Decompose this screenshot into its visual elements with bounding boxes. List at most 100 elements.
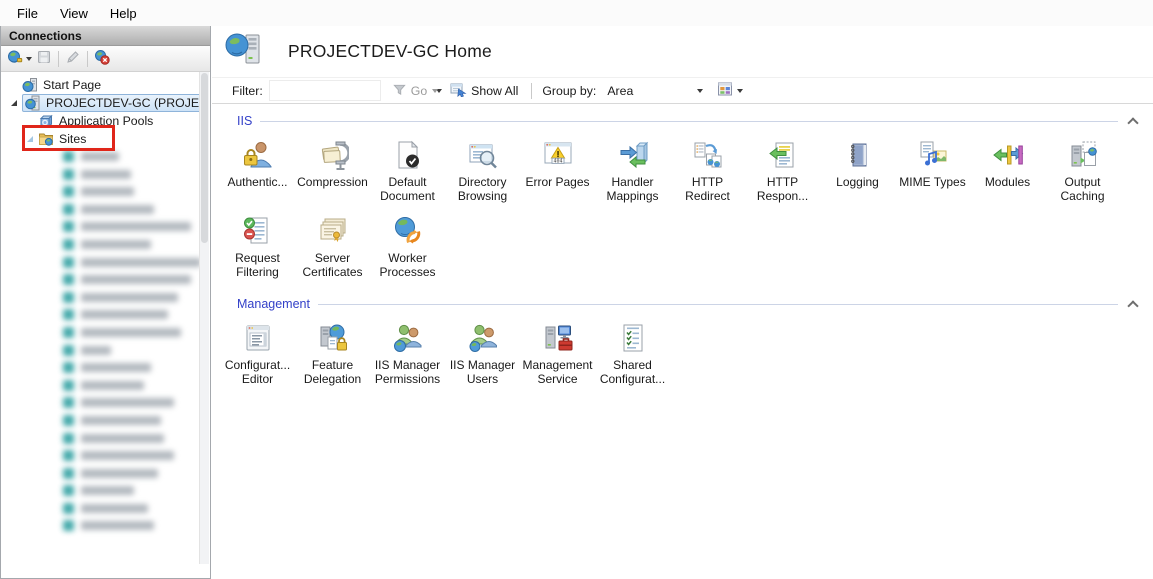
redacted-site-label	[81, 451, 174, 460]
filter-funnel-icon	[392, 82, 407, 100]
redacted-site-label	[81, 434, 164, 443]
redacted-site-row[interactable]	[1, 377, 210, 395]
scrollbar-thumb[interactable]	[201, 73, 208, 243]
modules-icon	[992, 139, 1024, 173]
feature-label: Handler Mappings	[596, 176, 670, 203]
go-dropdown-arrow-icon[interactable]	[432, 89, 438, 93]
redacted-site-row[interactable]	[1, 394, 210, 412]
go-button[interactable]: Go	[389, 80, 441, 102]
feature-request-filtering[interactable]: Request Filtering	[220, 215, 295, 279]
redacted-site-label	[81, 416, 161, 425]
feature-management-service[interactable]: Management Service	[520, 322, 595, 386]
redacted-site-row[interactable]	[1, 254, 210, 272]
redacted-site-icon	[63, 380, 74, 391]
feature-configuration-editor[interactable]: Configurat... Editor	[220, 322, 295, 386]
redacted-site-row[interactable]	[1, 447, 210, 465]
show-all-label: Show All	[471, 84, 518, 98]
group-by-combobox[interactable]: Area	[602, 80, 708, 101]
feature-handler-mappings[interactable]: Handler Mappings	[595, 139, 670, 203]
filter-combobox[interactable]	[269, 80, 381, 101]
feature-worker-processes[interactable]: Worker Processes	[370, 215, 445, 279]
redacted-site-row[interactable]	[1, 412, 210, 430]
iis-manager-window: FileViewHelp Connections Start PagePROJE…	[0, 0, 1153, 579]
redacted-site-row[interactable]	[1, 183, 210, 201]
filter-toolbar: Filter: Go Show All Group by: Area	[212, 77, 1153, 104]
feature-default-document[interactable]: Default Document	[370, 139, 445, 203]
redacted-site-icon	[63, 468, 74, 479]
redacted-site-label	[81, 187, 134, 196]
redacted-site-row[interactable]	[1, 218, 210, 236]
tree-item-start-page[interactable]: Start Page	[1, 76, 210, 94]
redacted-site-icon	[63, 257, 74, 268]
view-selector-button[interactable]	[714, 79, 746, 102]
expander-icon[interactable]	[9, 97, 22, 110]
redacted-site-row[interactable]	[1, 166, 210, 184]
main-panel: PROJECTDEV-GC Home Filter: Go Show All G…	[212, 26, 1153, 579]
redacted-site-row[interactable]	[1, 324, 210, 342]
filter-label: Filter:	[232, 84, 263, 98]
redacted-site-icon	[63, 433, 74, 444]
tree-item-label: PROJECTDEV-GC (PROJECTDI	[46, 96, 208, 110]
feature-label: Request Filtering	[221, 252, 295, 279]
feature-logging[interactable]: Logging	[820, 139, 895, 203]
redacted-site-icon	[63, 221, 74, 232]
feature-label: Error Pages	[525, 176, 589, 190]
collapse-chevron-icon[interactable]	[1128, 299, 1137, 308]
redacted-site-row[interactable]	[1, 359, 210, 377]
group-by-dropdown-arrow-icon[interactable]	[697, 89, 703, 93]
redacted-site-row[interactable]	[1, 430, 210, 448]
http-response-headers-icon	[767, 139, 799, 173]
feature-feature-delegation[interactable]: Feature Delegation	[295, 322, 370, 386]
redacted-site-row[interactable]	[1, 482, 210, 500]
feature-label: Directory Browsing	[446, 176, 520, 203]
output-caching-icon	[1067, 139, 1099, 173]
redacted-site-row[interactable]	[1, 201, 210, 219]
menu-item-help[interactable]: Help	[99, 2, 148, 25]
worker-processes-icon	[392, 215, 424, 249]
redacted-site-row[interactable]	[1, 306, 210, 324]
feature-http-response-headers[interactable]: HTTP Respon...	[745, 139, 820, 203]
feature-http-redirect[interactable]: HTTP Redirect	[670, 139, 745, 203]
feature-shared-configuration[interactable]: Shared Configurat...	[595, 322, 670, 386]
redacted-site-row[interactable]	[1, 236, 210, 254]
feature-directory-browsing[interactable]: Directory Browsing	[445, 139, 520, 203]
tree-item-projectdev-gc-projectdi[interactable]: PROJECTDEV-GC (PROJECTDI	[1, 94, 210, 112]
show-all-button[interactable]: Show All	[447, 79, 521, 102]
tree-scrollbar[interactable]	[199, 72, 209, 564]
feature-output-caching[interactable]: Output Caching	[1045, 139, 1120, 203]
feature-error-pages[interactable]: 404Error Pages	[520, 139, 595, 203]
feature-modules[interactable]: Modules	[970, 139, 1045, 203]
feature-label: Modules	[985, 176, 1030, 190]
feature-iis-manager-permissions[interactable]: IIS Manager Permissions	[370, 322, 445, 386]
redacted-site-row[interactable]	[1, 465, 210, 483]
go-label: Go	[411, 84, 427, 98]
view-dropdown-arrow-icon[interactable]	[737, 89, 743, 93]
redacted-site-icon	[63, 274, 74, 285]
menu-item-file[interactable]: File	[6, 2, 49, 25]
redacted-site-icon	[63, 485, 74, 496]
http-redirect-icon	[692, 139, 724, 173]
redacted-site-row[interactable]	[1, 517, 210, 535]
feature-iis-manager-users[interactable]: IIS Manager Users	[445, 322, 520, 386]
feature-server-certificates[interactable]: Server Certificates	[295, 215, 370, 279]
create-connection-button[interactable]	[5, 47, 34, 70]
redacted-site-icon	[63, 327, 74, 338]
delete-connection-button[interactable]	[92, 47, 112, 70]
redacted-site-row[interactable]	[1, 342, 210, 360]
redacted-site-icon	[63, 503, 74, 514]
redacted-site-row[interactable]	[1, 271, 210, 289]
feature-authentication[interactable]: Authentic...	[220, 139, 295, 203]
redacted-site-row[interactable]	[1, 500, 210, 518]
redacted-site-row[interactable]	[1, 289, 210, 307]
start-page-icon	[22, 77, 38, 93]
feature-compression[interactable]: Compression	[295, 139, 370, 203]
create-connection-dropdown-arrow-icon[interactable]	[26, 57, 32, 61]
redacted-site-icon	[63, 186, 74, 197]
feature-label: MIME Types	[899, 176, 965, 190]
feature-grid: Authentic...CompressionDefault DocumentD…	[220, 139, 1120, 291]
feature-mime-types[interactable]: MIME Types	[895, 139, 970, 203]
selected-tree-item[interactable]: PROJECTDEV-GC (PROJECTDI	[22, 94, 208, 112]
collapse-chevron-icon[interactable]	[1128, 116, 1137, 125]
section-header: IIS	[237, 112, 1137, 129]
menu-item-view[interactable]: View	[49, 2, 99, 25]
